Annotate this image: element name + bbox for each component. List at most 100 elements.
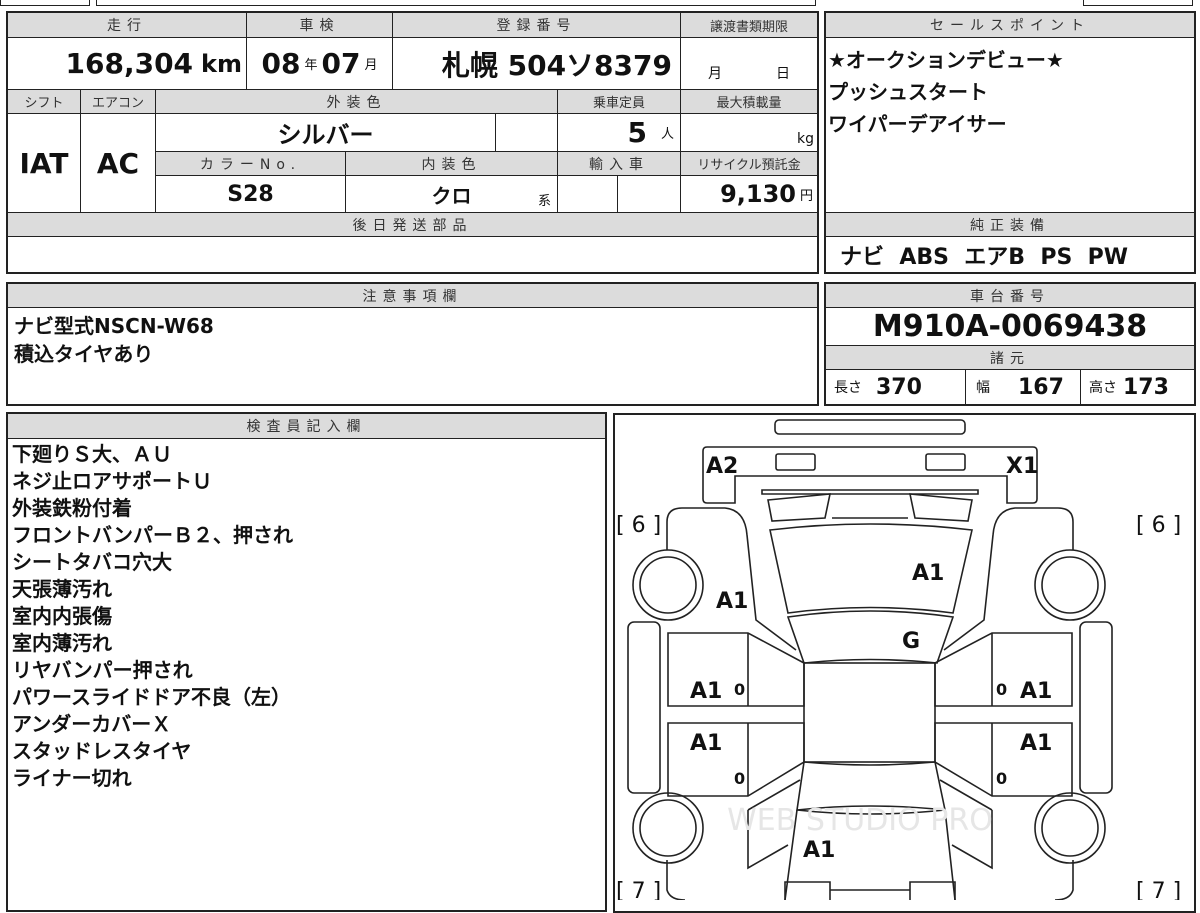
import-cell xyxy=(617,175,681,213)
inspector-item: 天張薄汚れ xyxy=(12,577,112,601)
inspection-label: 車検 xyxy=(246,12,393,38)
right-rocker xyxy=(1079,621,1113,794)
equipment-value: ナビ ABS エアB PS PW xyxy=(825,236,1195,273)
inspector-item: 室内薄汚れ xyxy=(12,631,112,655)
interior-color-label: 内装色 xyxy=(345,151,558,176)
tire-front-right xyxy=(1034,549,1106,621)
registration-label: 登録番号 xyxy=(392,12,681,38)
inspector-item: アンダーカバーＸ xyxy=(12,712,172,736)
front-bumper-right-grade: X1 xyxy=(1006,454,1038,479)
tire-rear-right xyxy=(1034,792,1106,864)
tire-front-right-tread: [ 6 ] xyxy=(1136,513,1181,538)
wheel-front-right xyxy=(1041,556,1099,614)
tire-front-left-tread: [ 6 ] xyxy=(616,513,661,538)
zero-mark: 0 xyxy=(734,680,745,699)
tire-front-left xyxy=(632,549,704,621)
windshield-grade: G xyxy=(902,629,920,654)
chassis-number: M910A-0069438 xyxy=(825,307,1195,346)
tire-rear-left xyxy=(632,792,704,864)
inspection-value: 08 年 07 月 xyxy=(246,37,393,90)
aircon-label: エアコン xyxy=(80,89,156,114)
roof xyxy=(803,662,936,763)
notes-list: ナビ型式NSCN-W68 積込タイヤあり xyxy=(14,312,214,368)
interior-color-value: クロ 系 xyxy=(345,175,558,213)
tire-rear-left-tread: [ 7 ] xyxy=(616,879,661,900)
inspector-item: シートタバコ穴大 xyxy=(12,550,172,574)
wheel-front-left xyxy=(639,556,697,614)
inspector-item: フロントバンパーＢ２、押され xyxy=(12,523,293,547)
capacity-label: 乗車定員 xyxy=(557,89,681,114)
exterior-color-extra xyxy=(495,113,558,152)
mileage-value: 168,304 km xyxy=(7,37,247,90)
transfer-deadline-value: 月日 xyxy=(680,37,818,90)
recycle-label: リサイクル預託金 xyxy=(680,151,818,176)
rear-hatch-grade: A1 xyxy=(803,838,835,863)
sales-point-item: プッシュスタート xyxy=(828,80,988,104)
length-cell: 長さ 370 xyxy=(825,369,966,405)
max-load-label: 最大積載量 xyxy=(680,89,818,114)
registration-value: 札幌 504ソ8379 xyxy=(392,37,681,90)
exterior-color-label: 外装色 xyxy=(155,89,558,114)
fog-lamp-right xyxy=(925,453,966,471)
inspector-item: スタッドレスタイヤ xyxy=(12,739,192,763)
inspector-item: 下廻りＳ大、ＡＵ xyxy=(12,442,172,466)
sales-point-item: ★オークションデビュー★ xyxy=(828,48,1064,72)
front-bumper-left-grade: A2 xyxy=(706,454,738,479)
headlight-right xyxy=(908,493,973,522)
recycle-value: 9,130 円 xyxy=(680,175,818,213)
top-strip-cell xyxy=(1083,0,1193,6)
sales-point-item: ワイパーデアイサー xyxy=(828,112,1007,136)
inspector-label: 検査員記入欄 xyxy=(7,413,606,439)
windshield xyxy=(786,610,955,664)
inspector-item: ネジ止ロアサポートＵ xyxy=(12,469,212,493)
tire-rear-right-tread: [ 7 ] xyxy=(1136,879,1181,900)
later-parts-value xyxy=(7,236,818,273)
left-rear-fender xyxy=(666,860,686,900)
aircon-value: AC xyxy=(80,113,156,213)
wheel-rear-right xyxy=(1041,799,1099,857)
transfer-deadline-label: 譲渡書類期限 xyxy=(680,12,818,38)
top-strip-cell xyxy=(0,0,90,6)
equipment-label: 純正装備 xyxy=(825,212,1195,237)
headlight-left xyxy=(767,493,832,522)
car-damage-diagram: WEB STUDIO PRO A2 X1 [ 6 ] [ 6 ] [ 7 ] [… xyxy=(616,419,1181,900)
inspector-item: パワースライドドア不良（左） xyxy=(12,685,291,709)
shift-value: IAT xyxy=(7,113,81,213)
top-strip-cell xyxy=(96,0,816,6)
hood-grade: A1 xyxy=(912,561,944,586)
specs-label: 諸元 xyxy=(825,345,1195,370)
wheel-rear-left xyxy=(639,799,697,857)
sales-points-label: セールスポイント xyxy=(825,12,1195,38)
inspector-item: ライナー切れ xyxy=(12,766,132,790)
shift-label: シフト xyxy=(7,89,81,114)
mileage-label: 走行 xyxy=(7,12,247,38)
zero-mark: 0 xyxy=(996,680,1007,699)
later-parts-label: 後日発送部品 xyxy=(7,212,818,237)
import-cell xyxy=(557,175,618,213)
inspector-list: 下廻りＳ大、ＡＵ ネジ止ロアサポートＵ 外装鉄粉付着 フロントバンパーＢ２、押さ… xyxy=(12,441,293,792)
exterior-color-value: シルバー xyxy=(155,113,496,152)
front-grille-strip xyxy=(774,419,966,435)
note-item: 積込タイヤあり xyxy=(14,342,154,366)
watermark: WEB STUDIO PRO xyxy=(727,803,993,838)
capacity-value: 5人 xyxy=(557,113,681,152)
fog-lamp-left xyxy=(775,453,816,471)
height-cell: 高さ 173 xyxy=(1080,369,1195,405)
chassis-label: 車台番号 xyxy=(825,283,1195,308)
zero-mark: 0 xyxy=(996,769,1007,788)
left-front-door-grade: A1 xyxy=(690,679,722,704)
right-front-door-grade: A1 xyxy=(1020,679,1052,704)
color-no-label: カラーNo. xyxy=(155,151,346,176)
right-rear-fender xyxy=(1054,860,1074,900)
left-rocker xyxy=(627,621,661,794)
left-rear-door-grade: A1 xyxy=(690,731,722,756)
front-panel xyxy=(761,489,979,495)
sales-points-body: ★オークションデビュー★ プッシュスタート ワイパーデアイサー xyxy=(825,37,1195,213)
notes-label: 注意事項欄 xyxy=(7,283,818,308)
inspector-item: リヤバンパー押され xyxy=(12,658,193,682)
rear-bumper xyxy=(784,881,956,900)
left-fender-grade: A1 xyxy=(716,589,748,614)
note-item: ナビ型式NSCN-W68 xyxy=(14,314,214,338)
right-rear-door-grade: A1 xyxy=(1020,731,1052,756)
inspector-item: 室内内張傷 xyxy=(12,604,112,628)
